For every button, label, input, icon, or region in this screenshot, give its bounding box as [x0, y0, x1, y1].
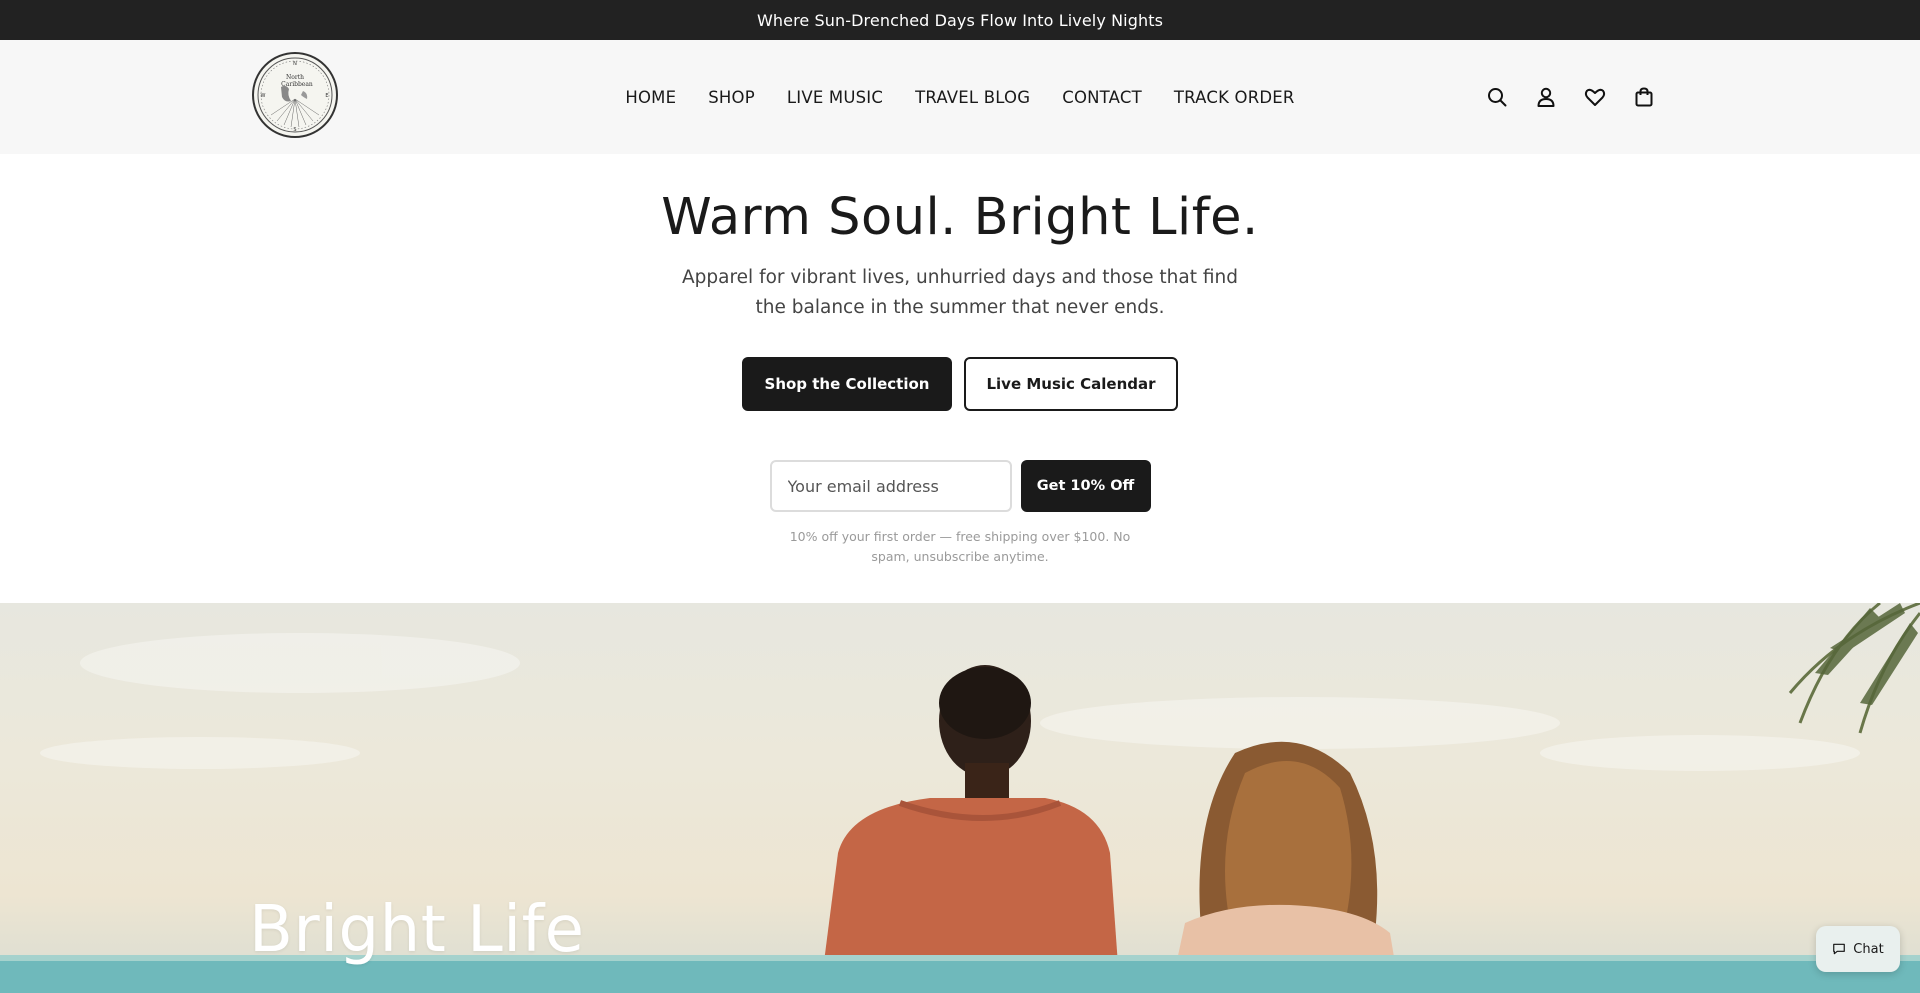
announcement-bar: Where Sun-Drenched Days Flow Into Lively…: [0, 0, 1920, 40]
nav-track-order[interactable]: TRACK ORDER: [1174, 88, 1295, 107]
email-signup-form: Get 10% Off: [0, 460, 1920, 512]
hero-section: Warm Soul. Bright Life. Apparel for vibr…: [0, 154, 1920, 603]
heart-icon[interactable]: [1583, 85, 1607, 109]
site-header: North Caribbean N S W E HOME SHOP LIVE M…: [0, 40, 1920, 154]
bag-icon[interactable]: [1632, 85, 1656, 109]
hero-title: Warm Soul. Bright Life.: [661, 188, 1259, 247]
nav-live-music[interactable]: LIVE MUSIC: [787, 88, 883, 107]
nav-shop[interactable]: SHOP: [708, 88, 755, 107]
chat-button[interactable]: Chat: [1816, 926, 1900, 972]
header-icons: [1485, 40, 1656, 154]
hero-banner-image: Bright Life: [0, 603, 1920, 993]
nav-home[interactable]: HOME: [625, 88, 676, 107]
account-icon[interactable]: [1534, 85, 1558, 109]
chat-bubble-icon: [1832, 942, 1846, 956]
announcement-text: Where Sun-Drenched Days Flow Into Lively…: [756, 10, 1164, 30]
banner-title: Bright Life: [249, 893, 585, 967]
email-input[interactable]: [769, 460, 1012, 512]
nav-travel-blog[interactable]: TRAVEL BLOG: [915, 88, 1030, 107]
hero-subtitle: Apparel for vibrant lives, unhurried day…: [682, 267, 1238, 318]
signup-fine-print: 10% off your first order — free shipping…: [789, 529, 1131, 564]
hero-cta-row: Shop the Collection Live Music Calendar: [0, 357, 1920, 411]
get-discount-button[interactable]: Get 10% Off: [1020, 460, 1151, 512]
search-icon[interactable]: [1485, 85, 1509, 109]
nav-contact[interactable]: CONTACT: [1062, 88, 1142, 107]
shop-collection-button[interactable]: Shop the Collection: [742, 357, 952, 411]
live-music-calendar-button[interactable]: Live Music Calendar: [964, 357, 1178, 411]
chat-label: Chat: [1853, 941, 1884, 957]
